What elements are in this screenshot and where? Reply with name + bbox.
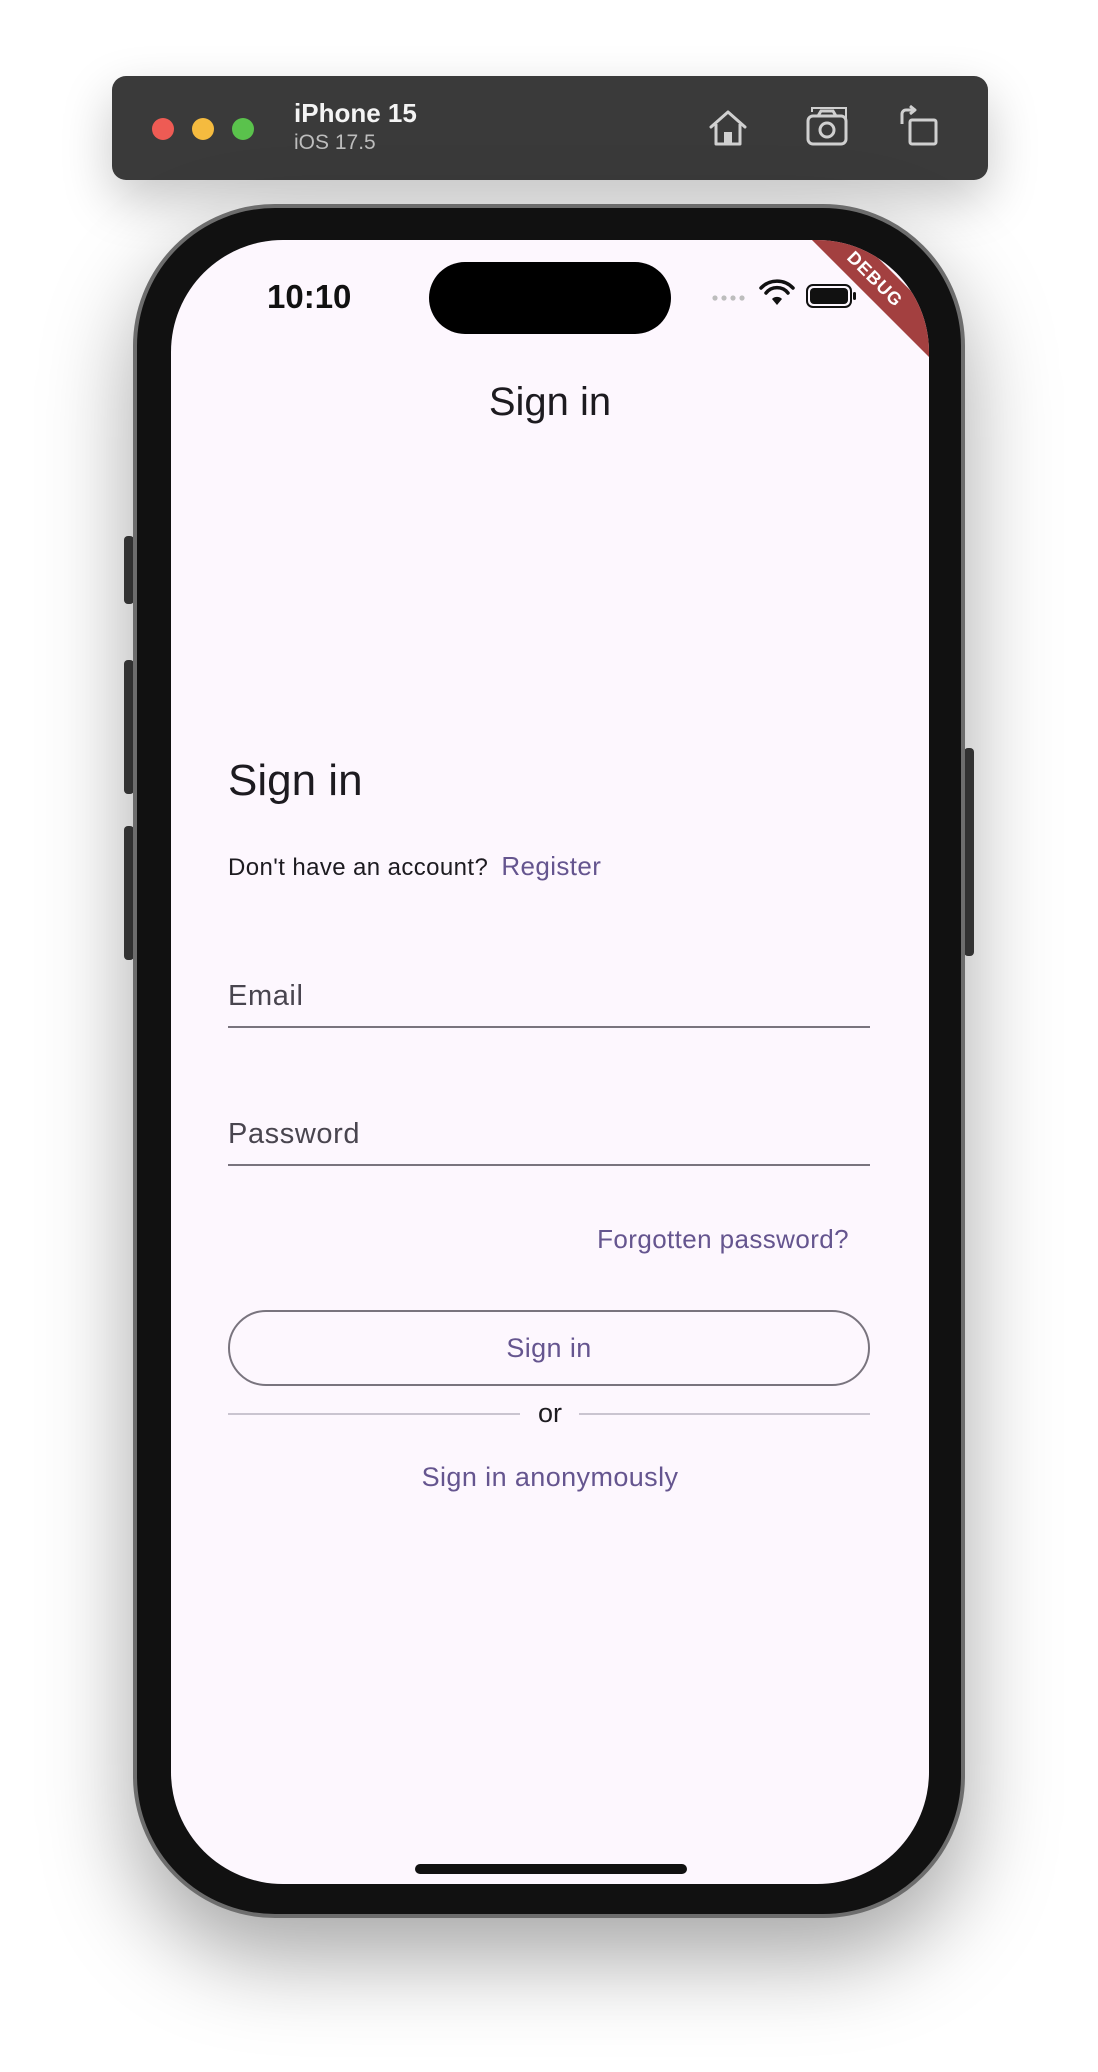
status-time: 10:10: [267, 278, 352, 315]
register-prompt: Don't have an account? Register: [228, 851, 601, 882]
phone-screen: 10:10 DEBUG Sign in Sign in Don't have a…: [171, 240, 929, 1884]
forgot-password-link[interactable]: Forgotten password?: [597, 1224, 849, 1255]
email-field[interactable]: [228, 966, 870, 1028]
os-version: iOS 17.5: [294, 131, 376, 154]
camera-icon[interactable]: [802, 102, 854, 154]
divider-right: [579, 1413, 870, 1415]
email-input[interactable]: [228, 966, 870, 1026]
device-name: iPhone 15: [294, 98, 417, 128]
home-indicator[interactable]: [415, 1864, 687, 1874]
sign-in-heading: Sign in: [228, 756, 363, 805]
no-account-text: Don't have an account?: [228, 854, 489, 881]
register-link[interactable]: Register: [501, 851, 601, 881]
zoom-window-button[interactable]: [232, 118, 254, 140]
dynamic-island: [429, 262, 671, 334]
password-field[interactable]: [228, 1104, 870, 1166]
sign-in-button[interactable]: Sign in: [228, 1310, 870, 1386]
signal-icon: [712, 295, 745, 301]
power-button: [964, 748, 974, 956]
battery-icon: [806, 284, 856, 308]
minimize-window-button[interactable]: [192, 118, 214, 140]
app-bar-title: Sign in: [488, 380, 612, 424]
close-window-button[interactable]: [152, 118, 174, 140]
rotate-icon[interactable]: [894, 102, 946, 154]
wifi-icon: [759, 279, 795, 305]
password-input[interactable]: [228, 1104, 870, 1164]
status-icons: [712, 279, 856, 308]
simulator-toolbar: iPhone 15 iOS 17.5: [112, 76, 988, 180]
home-icon[interactable]: [702, 102, 754, 154]
sign-in-anonymously-link[interactable]: Sign in anonymously: [171, 1462, 929, 1493]
